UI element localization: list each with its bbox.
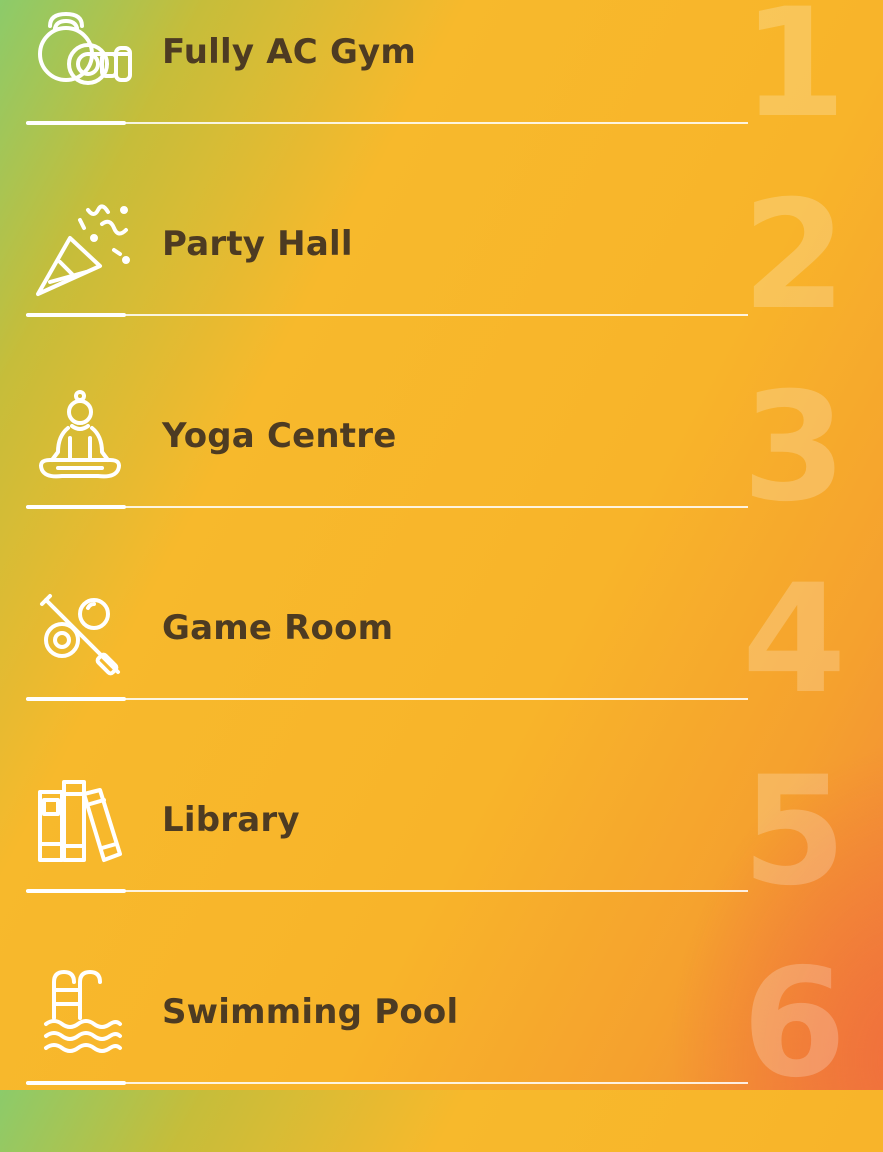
amenity-label: Swimming Pool <box>162 992 459 1032</box>
pool-ladder-icon <box>28 966 138 1066</box>
divider-accent <box>26 1081 126 1085</box>
billiards-icon <box>28 582 138 682</box>
books-icon <box>28 774 138 874</box>
divider-line <box>26 1082 748 1084</box>
amenity-row-library: Library 5 <box>0 757 883 960</box>
amenity-number: 2 <box>742 169 847 343</box>
amenity-number: 1 <box>742 0 847 151</box>
party-popper-icon <box>28 198 138 298</box>
amenity-label: Library <box>162 800 300 840</box>
divider-line <box>26 890 748 892</box>
amenity-number: 4 <box>742 553 847 727</box>
divider-accent <box>26 121 126 125</box>
divider-accent <box>26 505 126 509</box>
amenity-number: 5 <box>742 745 847 919</box>
divider-accent <box>26 697 126 701</box>
divider-line <box>26 506 748 508</box>
yoga-meditation-icon <box>28 390 138 490</box>
amenity-row-yoga: Yoga Centre 3 <box>0 373 883 576</box>
divider-accent <box>26 889 126 893</box>
divider-line <box>26 698 748 700</box>
amenity-row-party-hall: Party Hall 2 <box>0 181 883 384</box>
amenity-number: 6 <box>742 937 847 1111</box>
amenity-number: 3 <box>742 361 847 535</box>
divider-accent <box>26 313 126 317</box>
amenity-row-gym: Fully AC Gym 1 <box>0 0 883 192</box>
amenity-label: Yoga Centre <box>162 416 397 456</box>
divider-line <box>26 122 748 124</box>
amenity-label: Game Room <box>162 608 394 648</box>
amenity-row-game-room: Game Room 4 <box>0 565 883 768</box>
divider-line <box>26 314 748 316</box>
amenity-label: Party Hall <box>162 224 353 264</box>
amenity-label: Fully AC Gym <box>162 32 417 72</box>
amenity-row-swimming-pool: Swimming Pool 6 <box>0 949 883 1152</box>
kettlebell-dumbbell-icon <box>28 6 138 106</box>
